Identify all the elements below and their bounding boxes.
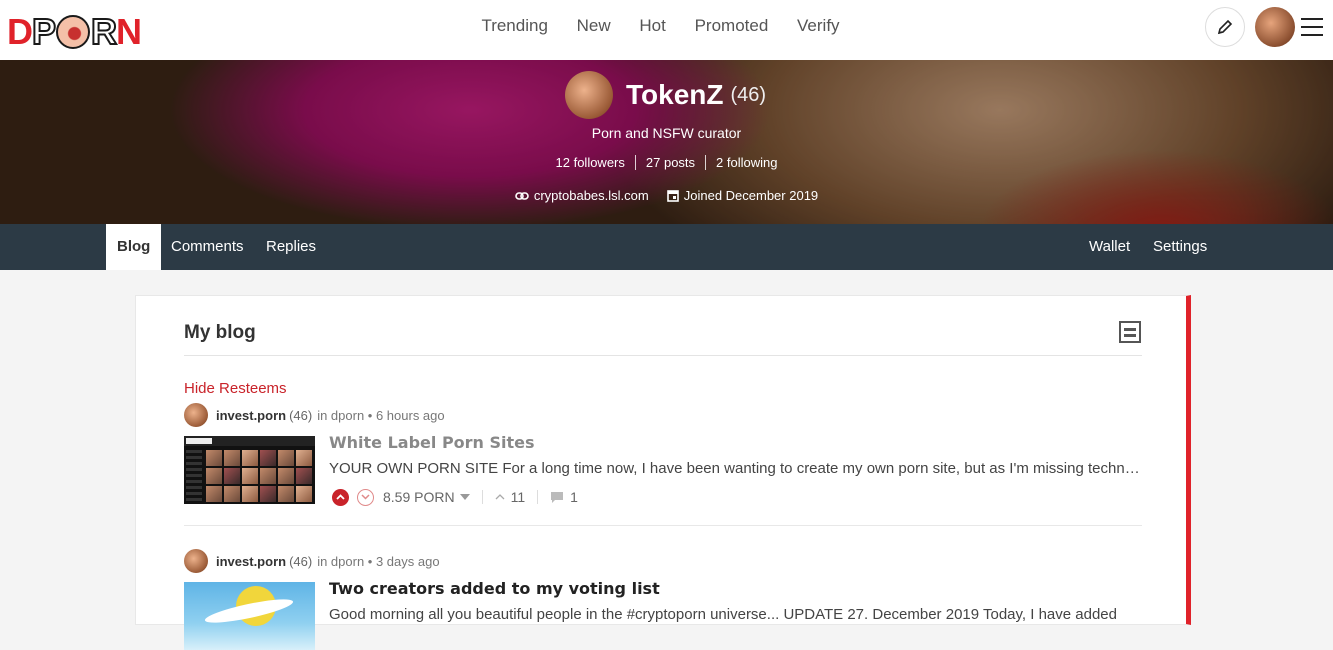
caret-down-icon — [459, 494, 470, 500]
calendar-icon — [666, 190, 679, 202]
nav-hot[interactable]: Hot — [639, 16, 665, 35]
hamburger-icon[interactable] — [1301, 18, 1323, 36]
profile-meta: cryptobabes.lsl.com Joined December 2019 — [0, 188, 1333, 203]
profile-reputation: (46) — [730, 83, 767, 106]
votes-count[interactable]: 11 — [495, 489, 526, 505]
post-footer: 8.59 PORN 11 1 — [332, 487, 578, 507]
tab-replies[interactable]: Replies — [266, 224, 316, 270]
chevron-down-icon — [361, 494, 370, 500]
downvote-button[interactable] — [357, 488, 374, 506]
replies-count[interactable]: 1 — [550, 489, 578, 505]
payout-dropdown[interactable]: 8.59 PORN — [383, 489, 470, 505]
compose-button[interactable] — [1205, 7, 1245, 47]
post-excerpt[interactable]: YOUR OWN PORN SITE For a long time now, … — [329, 460, 1141, 477]
tab-comments[interactable]: Comments — [171, 224, 244, 270]
post-author-row: invest.porn (46) in dporn • 6 hours ago — [184, 403, 445, 427]
profile-cover: TokenZ (46) Porn and NSFW curator 12 fol… — [0, 60, 1333, 224]
post-meta: in dporn • 3 days ago — [317, 553, 440, 569]
chevron-up-icon — [336, 494, 345, 500]
profile-tabs: Blog Comments Replies Wallet Settings — [0, 224, 1333, 270]
website-text: cryptobabes.lsl.com — [533, 188, 649, 203]
author-reputation: (46) — [289, 407, 313, 423]
nav-verify[interactable]: Verify — [797, 16, 840, 35]
tab-wallet[interactable]: Wallet — [1089, 224, 1130, 270]
main-nav: Trending New Hot Promoted Verify — [0, 16, 1333, 36]
post-title[interactable]: White Label Porn Sites — [329, 433, 535, 452]
top-header: DPRN Trending New Hot Promoted Verify — [0, 0, 1333, 60]
following-link[interactable]: 2 following — [706, 155, 787, 170]
profile-name: TokenZ — [626, 79, 724, 110]
blog-title: My blog — [184, 322, 256, 343]
post-thumbnail[interactable] — [184, 436, 315, 504]
user-avatar-button[interactable] — [1255, 7, 1295, 47]
chevron-up-icon — [495, 494, 505, 500]
upvote-button[interactable] — [332, 488, 349, 506]
profile-about: Porn and NSFW curator — [591, 125, 742, 141]
followers-link[interactable]: 12 followers — [546, 155, 636, 170]
author-name[interactable]: invest.porn — [216, 554, 286, 569]
post-author-row: invest.porn (46) in dporn • 3 days ago — [184, 549, 440, 573]
hide-resteems-link[interactable]: Hide Resteems — [184, 380, 287, 397]
link-icon — [515, 191, 529, 200]
payout-value: 8.59 PORN — [383, 489, 455, 505]
website-link[interactable]: cryptobabes.lsl.com — [515, 188, 649, 203]
author-name[interactable]: invest.porn — [216, 408, 286, 423]
profile-header: TokenZ (46) — [565, 71, 766, 119]
nav-new[interactable]: New — [577, 16, 611, 35]
post-meta: in dporn • 6 hours ago — [317, 407, 445, 423]
author-avatar[interactable] — [184, 403, 208, 427]
layout-toggle-icon[interactable] — [1119, 321, 1141, 343]
post-excerpt[interactable]: Good morning all you beautiful people in… — [329, 606, 1141, 623]
tab-settings[interactable]: Settings — [1153, 224, 1207, 270]
votes-value: 11 — [510, 489, 526, 505]
profile-avatar — [565, 71, 613, 119]
nav-trending[interactable]: Trending — [481, 16, 547, 35]
posts-count: 27 posts — [636, 155, 707, 170]
blog-card: My blog Hide Resteems invest.porn (46) i… — [135, 295, 1191, 650]
pencil-icon — [1217, 19, 1233, 35]
divider — [184, 355, 1142, 356]
author-reputation: (46) — [289, 553, 313, 569]
author-avatar[interactable] — [184, 549, 208, 573]
nav-promoted[interactable]: Promoted — [695, 16, 769, 35]
profile-stats: 12 followers 27 posts 2 following — [0, 155, 1333, 170]
joined-text: Joined December 2019 — [683, 188, 819, 203]
post-thumbnail[interactable] — [184, 582, 315, 650]
divider — [184, 525, 1142, 526]
joined-date: Joined December 2019 — [666, 188, 819, 203]
tab-blog[interactable]: Blog — [106, 224, 162, 270]
replies-value: 1 — [570, 489, 578, 505]
post-title[interactable]: Two creators added to my voting list — [329, 579, 660, 598]
comment-icon — [551, 491, 564, 503]
